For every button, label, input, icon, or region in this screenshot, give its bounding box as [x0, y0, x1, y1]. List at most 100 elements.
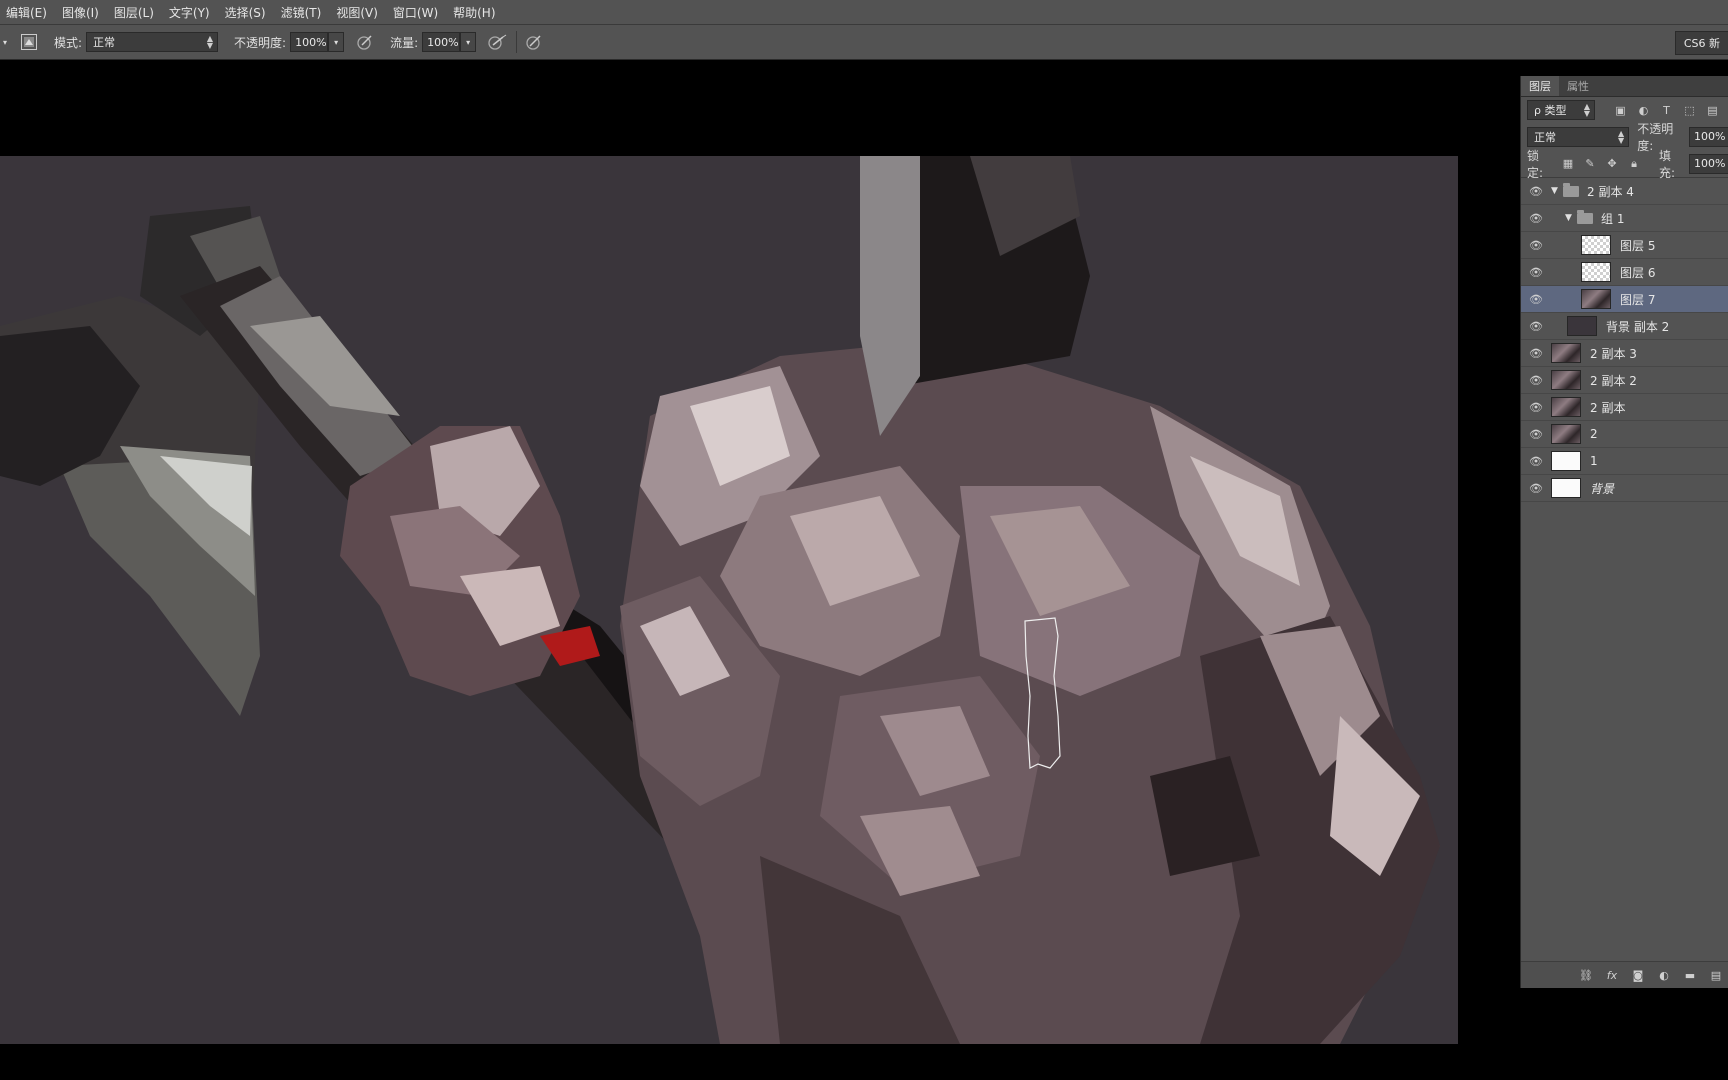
workspace-preset-button[interactable]: CS6 新: [1674, 31, 1728, 55]
layer-name: 背景 副本 2: [1606, 319, 1670, 334]
smart-object-filter-icon[interactable]: ▤: [1701, 104, 1724, 117]
menu-filter[interactable]: 滤镜(T): [275, 4, 331, 21]
menu-select[interactable]: 选择(S): [219, 4, 275, 21]
layer-name: 背景: [1590, 481, 1615, 496]
eye-icon[interactable]: 👁︎: [1521, 428, 1551, 441]
menu-type[interactable]: 文字(Y): [163, 4, 219, 21]
layer-filter-select[interactable]: ρ 类型 ▲ ▼: [1527, 100, 1595, 120]
type-filter-icon[interactable]: T: [1655, 104, 1678, 117]
layer-row-2-copy-3[interactable]: 👁︎ 2 副本 3: [1521, 340, 1728, 367]
panel-tabs: 图层 属性: [1521, 76, 1728, 97]
layer-thumbnail: [1581, 262, 1611, 282]
eye-icon[interactable]: 👁︎: [1521, 347, 1551, 360]
artwork-canvas[interactable]: [0, 156, 1458, 1044]
eye-icon[interactable]: 👁︎: [1521, 239, 1551, 252]
eye-icon[interactable]: 👁︎: [1521, 455, 1551, 468]
eye-icon[interactable]: 👁︎: [1521, 320, 1551, 333]
tool-preset-arrow-icon[interactable]: ▾: [0, 32, 10, 52]
lock-row: 锁定: ▦ ✎ ✥ 🔒︎ 填充: 100%: [1521, 149, 1728, 180]
eye-icon[interactable]: 👁︎: [1521, 212, 1551, 225]
eye-icon[interactable]: 👁︎: [1521, 374, 1551, 387]
opacity-dropdown-icon[interactable]: ▾: [328, 32, 345, 52]
layer-thumbnail: [1551, 478, 1581, 498]
select-arrows-icon: ▲ ▼: [206, 34, 214, 50]
layer-row-2[interactable]: 👁︎ 2: [1521, 421, 1728, 448]
lock-transparent-icon[interactable]: ▦: [1557, 157, 1579, 171]
eye-icon[interactable]: 👁︎: [1521, 482, 1551, 495]
layer-row-2-copy-2[interactable]: 👁︎ 2 副本 2: [1521, 367, 1728, 394]
painting-artwork: [0, 156, 1458, 1044]
layer-name: 1: [1590, 454, 1598, 468]
layer-row-layer-6[interactable]: 👁︎ 图层 6: [1521, 259, 1728, 286]
menu-image[interactable]: 图像(I): [56, 4, 108, 21]
menu-layer[interactable]: 图层(L): [108, 4, 163, 21]
eye-icon[interactable]: 👁︎: [1521, 293, 1551, 306]
layer-row-group-1[interactable]: 👁︎ ▼ 组 1: [1521, 205, 1728, 232]
layer-row-group-2-copy-4[interactable]: 👁︎ ▼ 2 副本 4: [1521, 178, 1728, 205]
new-layer-icon[interactable]: ▤: [1703, 969, 1728, 982]
expand-triangle-icon[interactable]: ▼: [1565, 213, 1577, 223]
lock-all-icon[interactable]: 🔒︎: [1623, 157, 1645, 171]
mode-select[interactable]: 正常 ▲ ▼: [86, 32, 219, 52]
flow-dropdown-icon[interactable]: ▾: [460, 32, 477, 52]
layer-name: 图层 7: [1620, 292, 1656, 307]
layer-name: 2: [1590, 427, 1598, 441]
layer-row-background-copy-2[interactable]: 👁︎ 背景 副本 2: [1521, 313, 1728, 340]
mode-label: 模式:: [54, 35, 83, 50]
toolbar-divider: [516, 31, 518, 53]
mode-value: 正常: [93, 36, 116, 49]
layer-row-1[interactable]: 👁︎ 1: [1521, 448, 1728, 475]
airbrush-icon[interactable]: [486, 31, 508, 53]
add-mask-icon[interactable]: ◙: [1625, 969, 1651, 982]
menu-view[interactable]: 视图(V): [330, 4, 387, 21]
layer-thumbnail: [1551, 343, 1581, 363]
layer-row-background[interactable]: 👁︎ 背景: [1521, 475, 1728, 502]
layer-row-2-copy[interactable]: 👁︎ 2 副本: [1521, 394, 1728, 421]
layer-style-fx-icon[interactable]: fx: [1599, 969, 1625, 982]
tab-layers[interactable]: 图层: [1521, 76, 1559, 96]
pixel-filter-icon[interactable]: ▣: [1609, 104, 1632, 117]
menu-help[interactable]: 帮助(H): [447, 4, 504, 21]
layer-thumbnail: [1581, 235, 1611, 255]
opacity-input[interactable]: 100%: [290, 32, 329, 52]
adjustment-filter-icon[interactable]: ◐: [1632, 104, 1655, 117]
tab-properties[interactable]: 属性: [1559, 76, 1597, 96]
blend-mode-value: 正常: [1534, 130, 1556, 144]
adjustment-layer-icon[interactable]: ◐: [1651, 969, 1677, 982]
lock-paint-icon[interactable]: ✎: [1579, 157, 1601, 171]
pressure-size-icon[interactable]: [523, 31, 545, 53]
brush-panel-toggle-icon[interactable]: [18, 31, 40, 53]
eye-icon[interactable]: 👁︎: [1521, 266, 1551, 279]
layer-row-layer-5[interactable]: 👁︎ 图层 5: [1521, 232, 1728, 259]
document-area: [0, 60, 1520, 1080]
layers-panel: 图层 属性 ρ 类型 ▲ ▼ ▣ ◐ T ⬚ ▤ 正常 ▲ ▼ 不透明度: 100%…: [1520, 76, 1728, 988]
pressure-opacity-icon[interactable]: [354, 31, 376, 53]
layer-name: 组 1: [1601, 211, 1625, 226]
folder-icon: [1577, 209, 1593, 224]
layer-thumbnail: [1567, 316, 1597, 336]
flow-label: 流量:: [390, 35, 419, 50]
lock-icons: ▦ ✎ ✥ 🔒︎: [1557, 157, 1645, 171]
shape-filter-icon[interactable]: ⬚: [1678, 104, 1701, 117]
blend-row: 正常 ▲ ▼ 不透明度: 100%: [1521, 122, 1728, 153]
layer-name: 2 副本 4: [1587, 184, 1634, 199]
menu-edit[interactable]: 编辑(E): [0, 4, 56, 21]
lock-move-icon[interactable]: ✥: [1601, 157, 1623, 171]
eye-icon[interactable]: 👁︎: [1521, 185, 1551, 198]
layer-name: 2 副本: [1590, 400, 1626, 415]
eye-icon[interactable]: 👁︎: [1521, 401, 1551, 414]
fill-input[interactable]: 100%: [1689, 153, 1728, 174]
layer-thumbnail: [1551, 397, 1581, 417]
layer-row-layer-7[interactable]: 👁︎ 图层 7: [1521, 286, 1728, 313]
menu-window[interactable]: 窗口(W): [387, 4, 447, 21]
layer-name: 2 副本 3: [1590, 346, 1637, 361]
layer-thumbnail: [1551, 424, 1581, 444]
filter-icons: ▣ ◐ T ⬚ ▤: [1609, 104, 1724, 117]
layer-filter-value: ρ 类型: [1534, 104, 1567, 117]
blend-mode-select[interactable]: 正常 ▲ ▼: [1527, 126, 1630, 147]
link-layers-icon[interactable]: ⛓: [1573, 969, 1599, 982]
layer-opacity-input[interactable]: 100%: [1689, 126, 1728, 147]
new-group-icon[interactable]: ▬: [1677, 969, 1703, 982]
flow-input[interactable]: 100%: [422, 32, 461, 52]
expand-triangle-icon[interactable]: ▼: [1551, 186, 1563, 196]
